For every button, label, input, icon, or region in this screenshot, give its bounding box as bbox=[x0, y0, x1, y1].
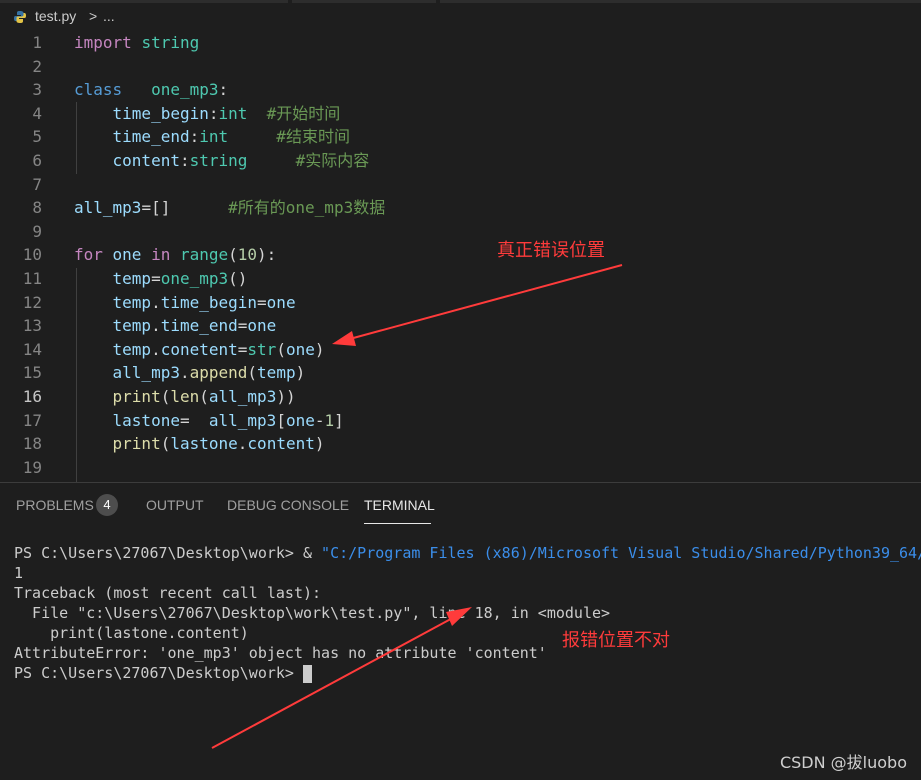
arrow-to-line-18 bbox=[211, 607, 472, 749]
arrow-to-line-14 bbox=[332, 264, 623, 346]
watermark: CSDN @拔luobo bbox=[779, 753, 907, 772]
annotation-arrows bbox=[211, 264, 623, 749]
